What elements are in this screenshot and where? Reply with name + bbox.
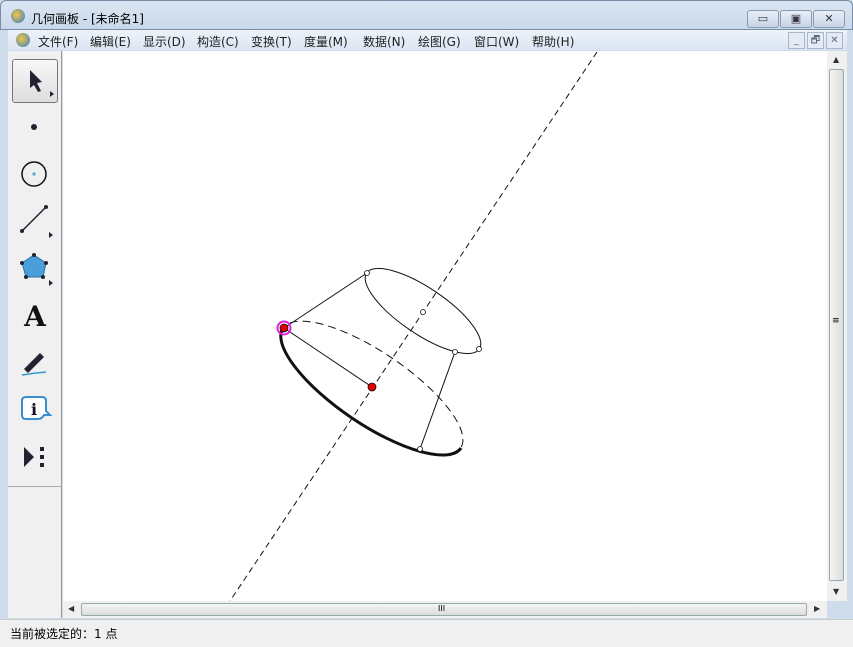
hscroll-grip: III [438,604,446,613]
generatrix-left[interactable] [283,272,368,329]
radius-segment[interactable] [283,327,373,388]
toolbox: A i [8,51,62,618]
marker-icon [21,353,47,376]
information-tool[interactable]: i [12,387,58,431]
status-text: 当前被选定的：1 点 [10,627,118,641]
sketch-drawing [229,51,598,602]
info-glyph: i [31,400,37,419]
center-point[interactable] [367,382,377,392]
scroll-left-icon[interactable]: ◀ [68,604,74,613]
vertical-scrollbar[interactable]: ▲ ≡ ▼ [827,51,847,601]
info-icon: i [21,396,53,420]
menu-display[interactable]: 显示(D) [143,33,186,50]
horizontal-scrollbar[interactable]: ◀ III ▶ [63,601,827,618]
mdi-restore-button[interactable]: 🗗 [807,32,824,49]
circle-icon [21,161,47,187]
bottom-ellipse-front[interactable] [279,327,463,457]
polygon-icon [20,253,53,286]
title-bar: 几何画板 - [未命名1] ▭ ▣ ✕ [0,0,853,30]
menu-graph[interactable]: 绘图(G) [418,33,461,50]
sketch-canvas[interactable] [63,51,827,602]
menu-help[interactable]: 帮助(H) [532,33,574,50]
status-bar: 当前被选定的：1 点 [0,619,853,647]
marker-tool[interactable] [12,341,58,385]
menu-edit[interactable]: 编辑(E) [90,33,131,50]
custom-tool[interactable] [12,435,58,479]
scroll-down-icon[interactable]: ▼ [833,587,839,596]
text-tool[interactable]: A [12,295,58,339]
menu-construct[interactable]: 构造(C) [197,33,239,50]
polygon-tool[interactable] [12,247,58,291]
maximize-button[interactable]: ▣ [780,10,812,28]
menu-transform[interactable]: 变换(T) [251,33,292,50]
mdi-close-button[interactable]: ✕ [826,32,843,49]
selected-point[interactable] [279,323,289,333]
document-icon [16,33,30,47]
point[interactable] [364,270,370,276]
app-icon [11,9,25,23]
scroll-right-icon[interactable]: ▶ [814,604,820,613]
compass-tool[interactable] [12,151,58,195]
segment-icon [20,205,53,238]
point[interactable] [452,349,458,355]
point[interactable] [420,309,426,315]
straightedge-tool[interactable] [12,199,58,243]
vscroll-grip: ≡ [832,316,840,326]
minimize-button[interactable]: ▭ [747,10,779,28]
point[interactable] [476,346,482,352]
point-tool[interactable] [12,105,58,149]
vertical-scroll-thumb[interactable]: ≡ [829,69,844,581]
arrow-icon [30,70,54,97]
menu-file[interactable]: 文件(F) [38,33,78,50]
custom-tools-icon [24,447,44,467]
scroll-up-icon[interactable]: ▲ [833,55,839,64]
horizontal-scroll-thumb[interactable]: III [81,603,807,616]
menu-data[interactable]: 数据(N) [363,33,405,50]
menu-bar: 文件(F) 编辑(E) 显示(D) 构造(C) 变换(T) 度量(M) 数据(N… [8,30,847,50]
mdi-minimize-button[interactable]: _ [788,32,805,49]
point-icon [31,124,37,130]
menu-measure[interactable]: 度量(M) [304,33,348,50]
menu-window[interactable]: 窗口(W) [474,33,519,50]
toolbox-divider [8,486,62,487]
arrow-tool[interactable] [12,59,58,103]
point[interactable] [417,446,423,452]
window-title: 几何画板 - [未命名1] [31,12,144,26]
close-button[interactable]: ✕ [813,10,845,28]
generatrix-right[interactable] [419,351,456,450]
